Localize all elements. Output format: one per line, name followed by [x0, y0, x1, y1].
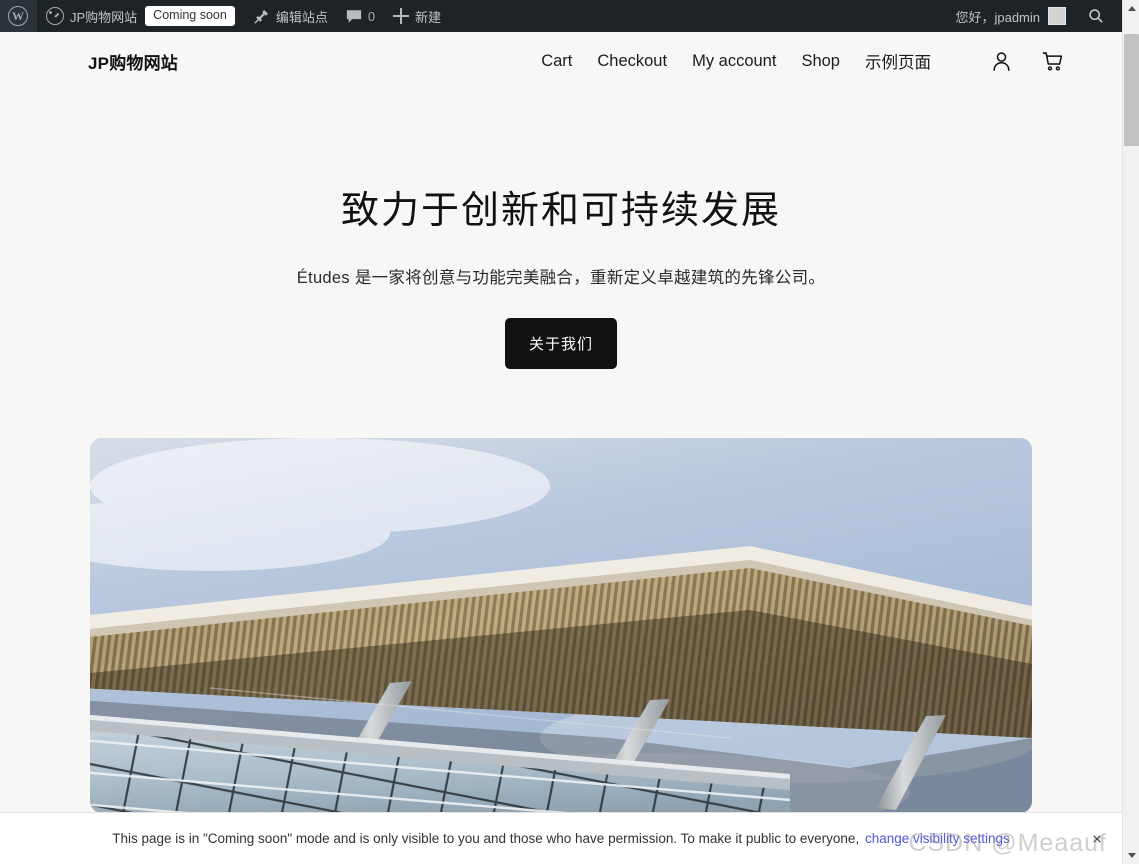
admin-bar-right-group: 您好，jpadmin [945, 0, 1122, 32]
nav-item-my-account[interactable]: My account [692, 52, 776, 71]
wordpress-logo-button[interactable] [0, 0, 37, 32]
vertical-scrollbar[interactable] [1122, 0, 1139, 864]
change-visibility-settings-link[interactable]: change visibility settings [865, 831, 1010, 846]
new-content-button[interactable]: 新建 [384, 0, 450, 32]
new-content-label: 新建 [415, 9, 442, 25]
edit-site-button[interactable]: 编辑站点 [244, 0, 337, 32]
scroll-down-arrow[interactable] [1123, 847, 1139, 864]
coming-soon-badge: Coming soon [145, 6, 235, 26]
comment-bubble-icon [346, 9, 361, 23]
user-account-menu[interactable]: 您好，jpadmin [945, 7, 1076, 26]
wordpress-logo-icon [8, 6, 28, 26]
coming-soon-notice-bar: This page is in "Coming soon" mode and i… [0, 812, 1122, 864]
chevron-up-icon [1127, 6, 1136, 11]
site-header: JP购物网站 Cart Checkout My account Shop 示例页… [0, 32, 1122, 90]
pin-icon [254, 9, 268, 24]
nav-item-cart[interactable]: Cart [541, 52, 572, 71]
admin-bar-search-button[interactable] [1076, 0, 1116, 32]
greeting-label: 您好，jpadmin [955, 9, 1040, 25]
header-icon-group [990, 50, 1064, 73]
comments-button[interactable]: 0 [337, 0, 384, 32]
hero-subtitle: Études 是一家将创意与功能完美融合，重新定义卓越建筑的先锋公司。 [296, 268, 826, 287]
close-icon[interactable]: × [1092, 830, 1102, 847]
search-icon [1089, 9, 1103, 23]
notice-text: This page is in "Coming soon" mode and i… [112, 831, 1010, 846]
scrollbar-thumb[interactable] [1124, 34, 1139, 146]
page-title: 致力于创新和可持续发展 [340, 190, 781, 232]
primary-navigation: Cart Checkout My account Shop 示例页面 [541, 49, 1064, 73]
nav-item-shop[interactable]: Shop [801, 52, 840, 71]
about-us-button[interactable]: 关于我们 [504, 317, 617, 369]
person-icon[interactable] [990, 50, 1013, 73]
comment-count: 0 [367, 8, 376, 24]
shopping-cart-icon[interactable] [1041, 50, 1064, 73]
site-title[interactable]: JP购物网站 [88, 49, 178, 74]
nav-item-checkout[interactable]: Checkout [597, 52, 667, 71]
architecture-photo [90, 438, 1032, 813]
hero-image [90, 438, 1032, 813]
admin-bar-left-group: JP购物网站 Coming soon 编辑站点 0 新建 [0, 0, 450, 32]
site-name-menu[interactable]: JP购物网站 Coming soon [37, 0, 244, 32]
dashboard-icon [46, 7, 64, 25]
edit-site-label: 编辑站点 [275, 9, 328, 25]
hero-section: 致力于创新和可持续发展 Études 是一家将创意与功能完美融合，重新定义卓越建… [0, 90, 1122, 369]
scroll-up-arrow[interactable] [1123, 0, 1139, 17]
admin-bar-site-name: JP购物网站 [70, 9, 138, 25]
wp-admin-bar: JP购物网站 Coming soon 编辑站点 0 新建 您好，jpadmin [0, 0, 1122, 32]
notice-message: This page is in "Coming soon" mode and i… [112, 831, 860, 846]
nav-item-sample-page[interactable]: 示例页面 [865, 49, 931, 73]
plus-icon [393, 8, 410, 24]
chevron-down-icon [1127, 853, 1136, 858]
avatar [1048, 7, 1066, 25]
